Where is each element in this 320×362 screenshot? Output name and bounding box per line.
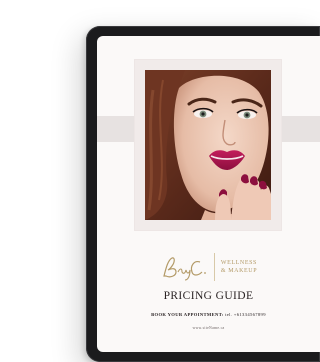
- tagline-line-2: & MAKEUP: [220, 268, 258, 274]
- appointment-line: BOOK YOUR APPOINTMENT: tel. +61334567899: [97, 312, 320, 317]
- appointment-phone: tel. +61334567899: [225, 312, 266, 317]
- model-portrait-illustration: [145, 70, 271, 220]
- website-text: www.siteName.ca: [192, 326, 225, 330]
- photo-frame: [135, 60, 281, 230]
- brand-divider: [213, 253, 215, 281]
- tagline-line-1: WELLNESS: [220, 260, 257, 266]
- tablet-device: WELLNESS & MAKEUP PRICING GUIDE BOOK YOU…: [86, 26, 320, 362]
- brand-lockup: WELLNESS & MAKEUP: [97, 250, 320, 284]
- document-title: PRICING GUIDE: [163, 290, 254, 302]
- tablet-screen: WELLNESS & MAKEUP PRICING GUIDE BOOK YOU…: [97, 36, 320, 352]
- script-logo-icon: [163, 257, 206, 281]
- brand-tagline: WELLNESS & MAKEUP: [221, 259, 257, 275]
- model-photo: [145, 70, 271, 220]
- appointment-label: BOOK YOUR APPOINTMENT:: [151, 312, 224, 317]
